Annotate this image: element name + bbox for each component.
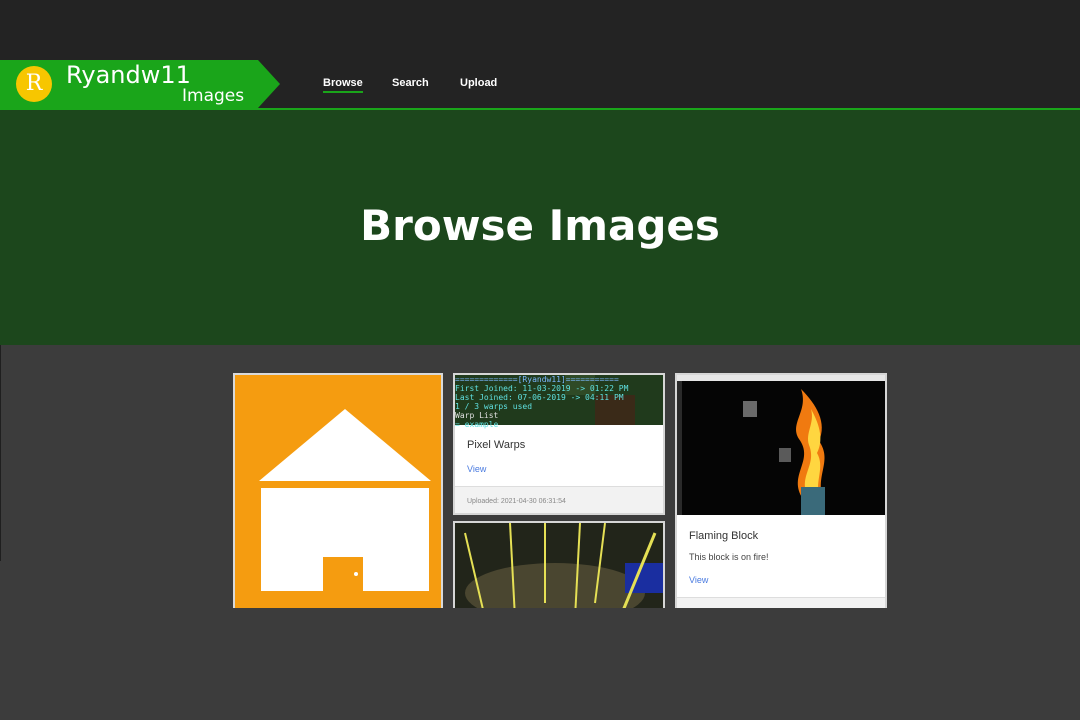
nav-browse[interactable]: Browse [323,76,363,93]
brand-subtitle: Images [182,86,245,106]
hero-banner: Browse Images [0,110,1080,345]
term-line: 1 / 3 warps used [455,402,533,411]
card-title: Flaming Block [689,530,759,542]
term-line: =============[Ryandw11]=========== [455,375,619,384]
image-card-beacons[interactable] [453,521,665,620]
top-strip [0,0,1080,60]
term-line: Last Joined: 07-06-2019 -> 04:11 PM [455,393,624,402]
term-line: Warp List [455,411,499,420]
card-title: Pixel Warps [467,439,526,451]
image-card-flaming-block[interactable]: Flaming Block This block is on fire! Vie… [675,373,887,622]
nav-search[interactable]: Search [392,76,429,90]
term-line: First Joined: 11-03-2019 -> 01:22 PM [455,384,629,393]
page: R Ryandw11 Images Browse Search Upload B… [0,0,1080,720]
card-description: This block is on fire! [689,552,769,562]
upload-date: Uploaded: 2021-04-30 06:31:54 [467,498,566,505]
viewport-bottom [0,608,1080,720]
navbar: R Ryandw11 Images Browse Search Upload [0,60,1080,110]
pixel-warps-thumbnail: =============[Ryandw11]=========== First… [455,375,663,429]
divider [0,345,1,561]
image-card-pixel-warps[interactable]: =============[Ryandw11]=========== First… [453,373,665,515]
brand-title: Ryandw11 [66,61,191,89]
home-icon [259,409,431,591]
card-footer: Uploaded: 2021-04-30 06:31:54 [455,486,663,513]
term-line: = example [455,420,499,429]
beacons-thumbnail [455,523,663,618]
view-link[interactable]: View [467,463,486,475]
view-link[interactable]: View [689,574,708,586]
flaming-block-thumbnail [677,375,885,515]
nav-upload[interactable]: Upload [460,76,497,90]
image-card-home[interactable] [233,373,443,617]
brand-logo-icon: R [16,66,52,102]
brand[interactable]: R Ryandw11 Images [0,60,280,108]
page-title: Browse Images [360,201,720,250]
